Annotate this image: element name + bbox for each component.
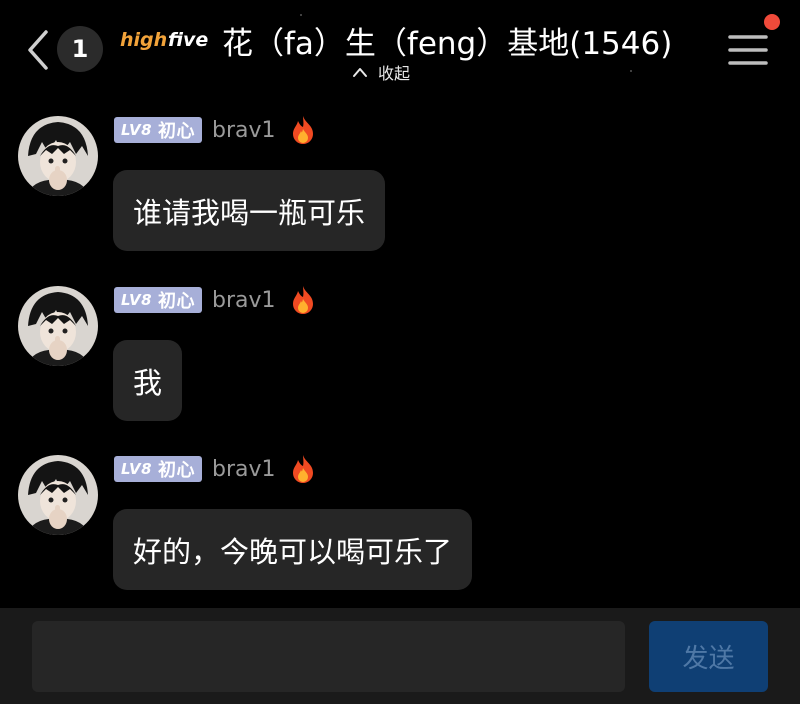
sender-meta: LV8 初心 brav1 [114, 286, 316, 314]
composer-bar: 发送 [0, 608, 800, 704]
high-five-logo: high five [120, 29, 208, 51]
message-input[interactable] [32, 621, 625, 692]
fire-icon [292, 286, 313, 314]
avatar-image [18, 286, 98, 366]
message-bubble[interactable]: 谁请我喝一瓶可乐 [113, 170, 386, 251]
level-name: 初心 [158, 460, 196, 481]
back-chevron-icon[interactable] [22, 26, 56, 74]
svg-text:five: five [168, 29, 208, 51]
level-name: 初心 [158, 291, 196, 312]
avatar[interactable] [18, 286, 98, 366]
send-button[interactable]: 发送 [649, 621, 768, 692]
level-code: LV8 [121, 121, 153, 139]
group-title: 花（fa）生（feng）基地(1546) [222, 26, 673, 62]
sender-username[interactable]: brav1 [212, 288, 276, 313]
background-star [300, 14, 302, 16]
sender-meta: LV8 初心 brav1 [114, 116, 316, 144]
svg-text:high: high [120, 29, 167, 51]
fire-icon [292, 116, 313, 144]
level-code: LV8 [121, 460, 153, 478]
level-badge: LV8 初心 [114, 456, 203, 482]
unread-count-badge[interactable]: 1 [57, 26, 103, 72]
message-bubble[interactable]: 我 [113, 340, 183, 421]
hamburger-menu-icon[interactable] [726, 28, 770, 72]
background-star [630, 70, 632, 72]
sender-meta: LV8 初心 brav1 [114, 455, 316, 483]
chat-header: 1 high five 花（fa）生（feng）基地(1546) 收起 [0, 0, 800, 90]
avatar-image [18, 116, 98, 196]
sender-username[interactable]: brav1 [212, 118, 276, 143]
level-name: 初心 [158, 121, 196, 142]
collapse-label: 收起 [378, 64, 411, 83]
avatar[interactable] [18, 455, 98, 535]
collapse-toggle[interactable]: 收起 [352, 60, 410, 84]
level-code: LV8 [121, 291, 153, 309]
message-bubble[interactable]: 好的，今晚可以喝可乐了 [113, 509, 473, 590]
sender-username[interactable]: brav1 [212, 457, 276, 482]
avatar[interactable] [18, 116, 98, 196]
notification-dot [764, 14, 780, 30]
level-badge: LV8 初心 [114, 117, 203, 143]
chevron-up-icon [353, 68, 367, 77]
avatar-image [18, 455, 98, 535]
fire-icon [292, 455, 313, 483]
level-badge: LV8 初心 [114, 287, 203, 313]
